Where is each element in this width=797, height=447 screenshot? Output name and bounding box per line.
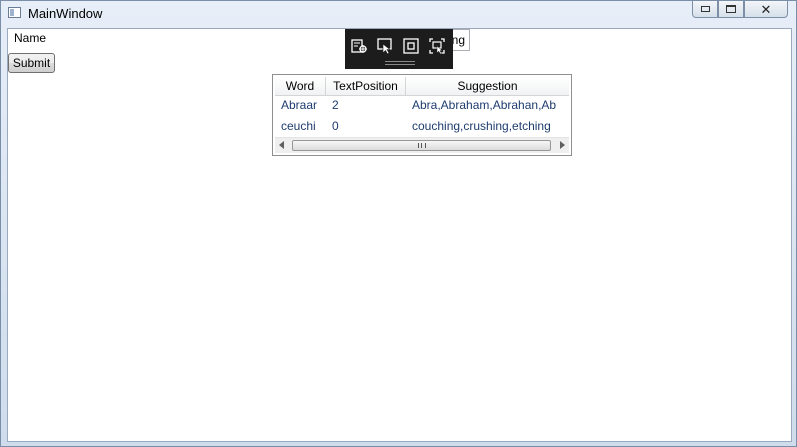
main-window: MainWindow ✕ Name Submit ng Word TextPos… xyxy=(0,0,797,447)
minimize-icon xyxy=(700,6,710,12)
maximize-button[interactable] xyxy=(718,1,744,18)
window-title: MainWindow xyxy=(28,6,103,21)
table-row[interactable]: ceuchi 0 couching,crushing,etching xyxy=(275,116,569,137)
display-layout-icon[interactable] xyxy=(429,38,445,54)
caption-buttons: ✕ xyxy=(692,1,788,19)
cell-suggestion[interactable]: couching,crushing,etching xyxy=(406,116,569,137)
column-header-suggestion[interactable]: Suggestion xyxy=(406,77,569,95)
scroll-grip-icon xyxy=(418,143,426,148)
minimize-button[interactable] xyxy=(692,1,718,18)
scroll-left-icon[interactable] xyxy=(279,141,284,149)
scroll-right-icon[interactable] xyxy=(560,141,565,149)
column-header-textposition[interactable]: TextPosition xyxy=(326,77,406,95)
horizontal-scrollbar[interactable] xyxy=(275,137,569,153)
select-element-icon[interactable] xyxy=(351,38,367,54)
cell-textposition[interactable]: 2 xyxy=(326,95,406,116)
close-icon: ✕ xyxy=(760,1,772,17)
submit-button[interactable]: Submit xyxy=(8,53,55,73)
live-visual-tree-toolbar xyxy=(345,29,453,69)
grid-header: Word TextPosition Suggestion xyxy=(275,77,569,96)
track-focus-icon[interactable] xyxy=(403,38,419,54)
client-area: Name Submit ng Word TextPosition Suggest… xyxy=(7,28,792,442)
name-label: Name xyxy=(14,31,47,45)
maximize-icon xyxy=(726,5,736,13)
window-icon xyxy=(8,7,21,18)
table-row[interactable]: Abraar 2 Abra,Abraham,Abrahan,Ab xyxy=(275,95,569,116)
toolbar-grip[interactable] xyxy=(385,61,415,65)
cell-word[interactable]: Abraar xyxy=(275,95,326,116)
title-bar[interactable]: MainWindow ✕ xyxy=(1,1,796,27)
scroll-thumb[interactable] xyxy=(292,140,551,151)
pointer-select-icon[interactable] xyxy=(377,38,393,54)
cell-textposition[interactable]: 0 xyxy=(326,116,406,137)
cell-suggestion[interactable]: Abra,Abraham,Abrahan,Ab xyxy=(406,95,569,116)
close-button[interactable]: ✕ xyxy=(744,1,788,18)
column-header-word[interactable]: Word xyxy=(275,77,326,95)
cell-word[interactable]: ceuchi xyxy=(275,116,326,137)
suggestion-grid[interactable]: Word TextPosition Suggestion Abraar 2 Ab… xyxy=(272,74,572,156)
